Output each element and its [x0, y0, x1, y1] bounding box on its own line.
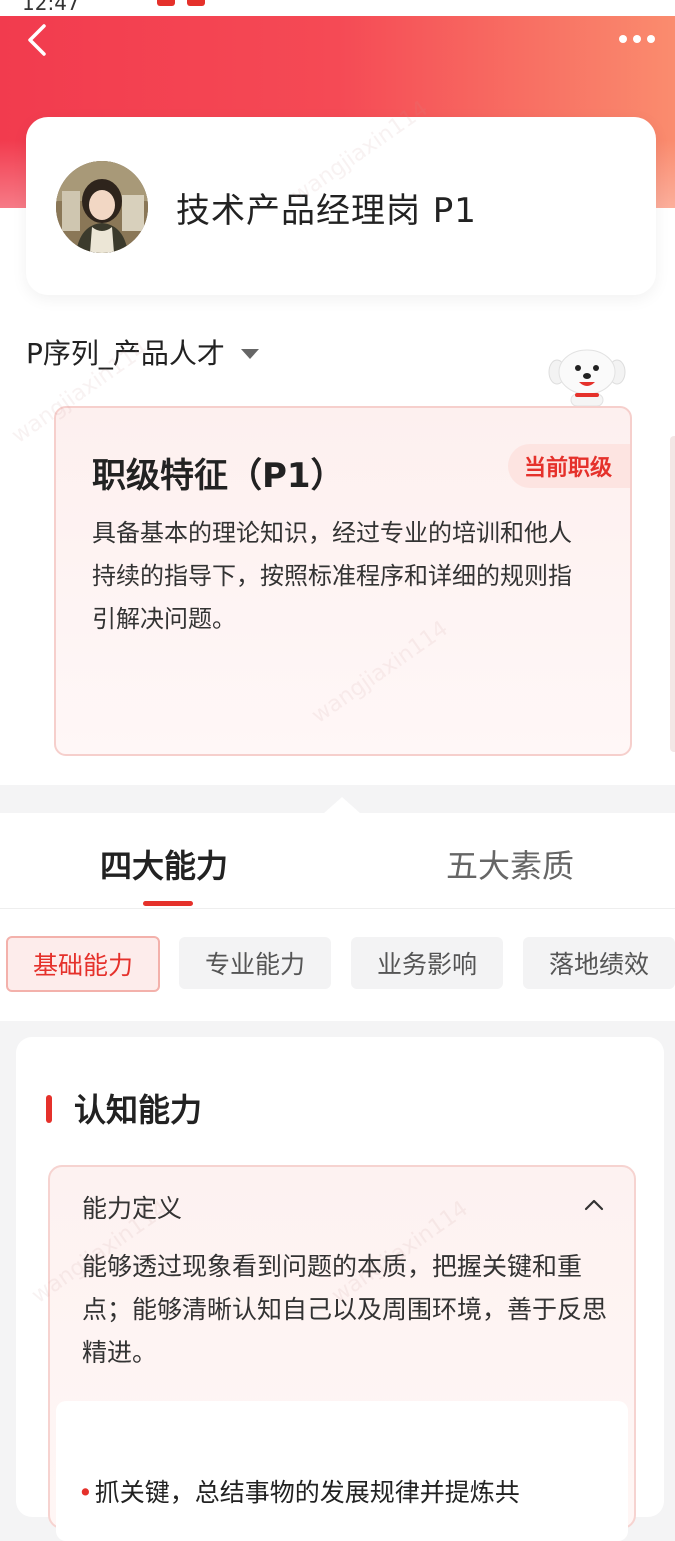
definition-box: 能力定义 能够透过现象看到问题的本质，把握关键和重点；能够清晰认知自己以及周围环…	[48, 1165, 636, 1541]
sequence-label: P序列_产品人才	[26, 337, 225, 370]
more-dots-icon	[619, 35, 627, 43]
level-description: 具备基本的理论知识，经过专业的培训和他人持续的指导下，按照标准程序和详细的规则指…	[92, 519, 572, 633]
caret-down-icon	[240, 349, 259, 359]
next-level-card-peek[interactable]	[670, 436, 675, 752]
mascot-dog-icon	[548, 349, 626, 407]
chip-business-impact[interactable]: 业务影响	[351, 937, 503, 989]
list-item: •抓关键，总结事物的发展规律并提炼共	[78, 1473, 520, 1509]
more-dots-icon	[647, 35, 655, 43]
definition-label: 能力定义	[82, 1194, 183, 1223]
chip-professional-ability[interactable]: 专业能力	[179, 937, 331, 989]
avatar-photo	[56, 161, 148, 253]
avatar[interactable]	[56, 161, 148, 253]
profile-card: 技术产品经理岗 P1	[26, 117, 656, 295]
definition-text: 能够透过现象看到问题的本质，把握关键和重点；能够清晰认知自己以及周围环境，善于反…	[82, 1252, 608, 1367]
chevron-up-icon[interactable]	[582, 1193, 606, 1217]
status-bar: 12:47	[0, 0, 675, 16]
ability-tabs: 四大能力 五大素质	[0, 813, 675, 909]
category-chips: 基础能力 专业能力 业务影响 落地绩效	[0, 909, 675, 1021]
current-level-badge: 当前职级	[507, 444, 630, 488]
back-button[interactable]	[20, 20, 56, 60]
chip-basic-ability[interactable]: 基础能力	[6, 936, 160, 992]
chevron-left-icon	[28, 24, 46, 56]
status-time: 12:47	[22, 0, 80, 15]
pointer-arrow	[324, 797, 360, 813]
tab-four-abilities[interactable]: 四大能力	[100, 841, 228, 887]
level-title: 职级特征（P1）	[92, 456, 345, 496]
chip-landing-performance[interactable]: 落地绩效	[523, 937, 675, 989]
notification-icon	[157, 0, 175, 6]
more-button[interactable]	[611, 24, 663, 54]
bullet-text: 抓关键，总结事物的发展规律并提炼共	[94, 1478, 520, 1507]
ability-content-card: 认知能力 能力定义 能够透过现象看到问题的本质，把握关键和重点；能够清晰认知自己…	[16, 1037, 664, 1541]
behavior-list: •抓关键，总结事物的发展规律并提炼共	[56, 1401, 628, 1541]
section-title: 认知能力	[74, 1091, 203, 1129]
tab-five-qualities[interactable]: 五大素质	[446, 841, 574, 887]
more-dots-icon	[633, 35, 641, 43]
notification-icon	[187, 0, 205, 6]
level-card: 职级特征（P1） 当前职级 具备基本的理论知识，经过专业的培训和他人持续的指导下…	[54, 406, 632, 756]
bullet-dot-icon: •	[78, 1478, 93, 1507]
sequence-selector[interactable]: P序列_产品人才	[26, 332, 259, 372]
tab-active-indicator	[143, 901, 193, 906]
section-accent-bar	[46, 1095, 52, 1123]
position-title: 技术产品经理岗 P1	[176, 191, 477, 231]
